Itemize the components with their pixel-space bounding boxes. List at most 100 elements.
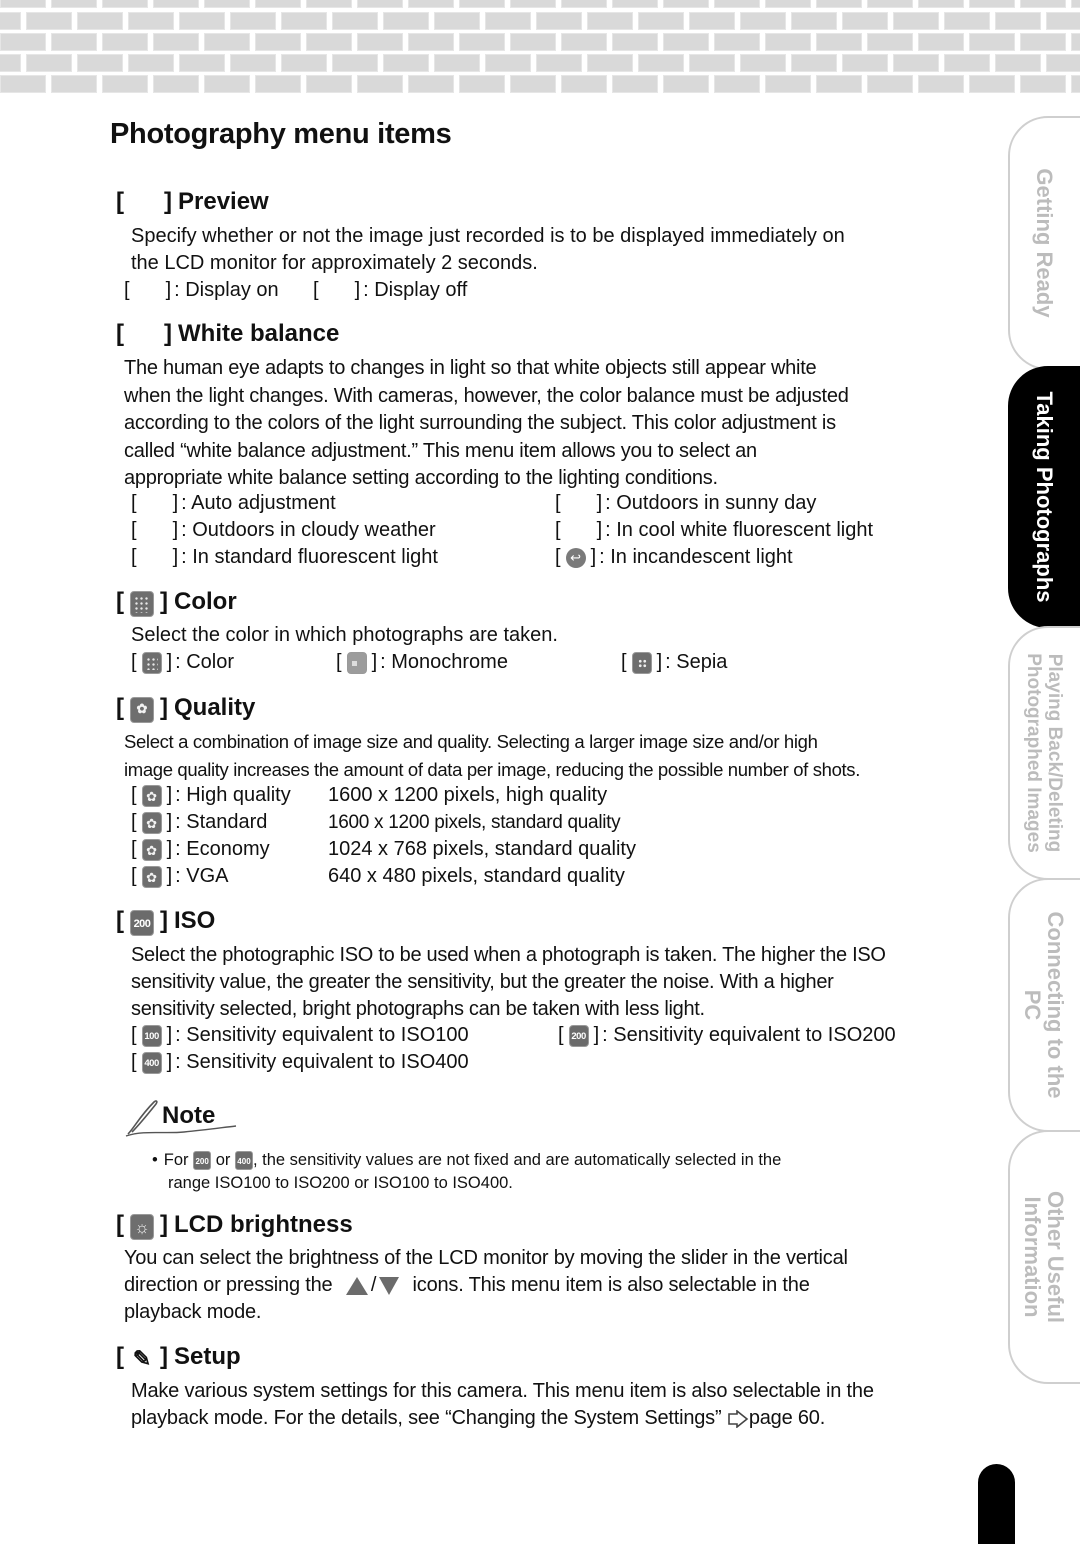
brick <box>510 33 556 51</box>
brick <box>714 0 760 8</box>
option-monochrome: [] : Monochrome <box>336 651 508 674</box>
brick <box>26 54 72 72</box>
brick <box>332 12 378 30</box>
brick <box>357 33 403 51</box>
brick <box>969 0 1015 8</box>
brick <box>357 75 403 93</box>
brick-header-decoration <box>0 0 1080 100</box>
page-title: Photography menu items <box>110 118 452 150</box>
brick <box>26 12 72 30</box>
brick <box>51 75 97 93</box>
brick <box>587 54 633 72</box>
side-tab-taking-photographs[interactable]: Taking Photographs <box>1008 366 1080 628</box>
iso-400-icon: 400 <box>141 1051 162 1074</box>
brick <box>204 0 250 8</box>
high-quality-icon <box>141 784 162 807</box>
brick <box>842 54 888 72</box>
brick <box>102 33 148 51</box>
brick <box>612 0 658 8</box>
brick <box>663 0 709 8</box>
section-heading-preview: [ ] Preview <box>116 188 269 215</box>
brick <box>740 12 786 30</box>
brick <box>204 33 250 51</box>
side-tab-playing-back[interactable]: Playing Back/Deleting Photographed Image… <box>1008 626 1080 880</box>
white-balance-icon <box>124 321 164 347</box>
brick <box>357 0 403 8</box>
brick <box>255 75 301 93</box>
iso-200-icon: 200 <box>193 1151 212 1171</box>
brick <box>459 33 505 51</box>
brick <box>612 33 658 51</box>
brick <box>0 0 46 8</box>
brick <box>51 0 97 8</box>
brick <box>459 75 505 93</box>
note-callout: Note <box>124 1098 244 1138</box>
sepia-icon <box>631 651 652 674</box>
brick <box>77 54 123 72</box>
brick <box>893 54 939 72</box>
option-iso100: [100] : Sensitivity equivalent to ISO100 <box>131 1024 469 1047</box>
brick <box>842 12 888 30</box>
brick <box>918 0 964 8</box>
section-heading-quality: [ ] Quality <box>116 694 255 723</box>
standard-quality-icon <box>141 811 162 834</box>
brick <box>408 0 454 8</box>
brick <box>255 0 301 8</box>
brick <box>638 54 684 72</box>
brick <box>102 0 148 8</box>
brick <box>638 12 684 30</box>
brick <box>77 12 123 30</box>
option-high-quality: [] : High quality 1600 x 1200 pixels, hi… <box>131 782 691 809</box>
brick <box>1020 0 1066 8</box>
brick <box>1071 75 1080 93</box>
brick <box>383 54 429 72</box>
brick <box>587 12 633 30</box>
section-heading-color: [ ] Color <box>116 588 237 617</box>
brick <box>485 12 531 30</box>
vga-quality-icon <box>141 865 162 888</box>
brick <box>689 12 735 30</box>
brick <box>179 12 225 30</box>
brick <box>434 12 480 30</box>
option-iso400: [400] : Sensitivity equivalent to ISO400 <box>131 1051 469 1074</box>
brick <box>383 12 429 30</box>
brick <box>536 12 582 30</box>
wrench-icon: ✎ <box>132 1345 152 1371</box>
brick <box>995 12 1041 30</box>
color-icon <box>130 590 154 617</box>
brick <box>944 12 990 30</box>
brick <box>128 54 174 72</box>
brick <box>485 54 531 72</box>
section-heading-white-balance: [ ] White balance <box>116 320 340 347</box>
brick <box>281 12 327 30</box>
brick <box>689 54 735 72</box>
brick <box>0 54 21 72</box>
option-sepia: [] : Sepia <box>621 651 728 674</box>
brick <box>204 75 250 93</box>
side-tab-other-information[interactable]: Other Useful Information <box>1008 1130 1080 1384</box>
option-standard-fluorescent: [] : In standard fluorescent light <box>131 546 438 568</box>
brick <box>765 33 811 51</box>
brick <box>153 33 199 51</box>
brick <box>255 33 301 51</box>
brick <box>179 54 225 72</box>
incandescent-icon: ↩ <box>565 547 586 568</box>
brick <box>765 0 811 8</box>
brick <box>969 33 1015 51</box>
side-tab-connecting-pc[interactable]: Connecting to the PC <box>1008 878 1080 1132</box>
option-auto-adjustment: [] : Auto adjustment <box>131 492 336 514</box>
brick <box>128 12 174 30</box>
side-tab-getting-ready[interactable]: Getting Ready <box>1008 116 1080 370</box>
brick <box>918 33 964 51</box>
brick <box>918 75 964 93</box>
brick <box>230 12 276 30</box>
brick <box>816 33 862 51</box>
brick <box>561 33 607 51</box>
brick <box>816 75 862 93</box>
brightness-down-icon <box>379 1276 400 1295</box>
brick <box>332 54 378 72</box>
brick <box>995 54 1041 72</box>
brick <box>51 33 97 51</box>
setup-description: Make various system settings for this ca… <box>131 1380 874 1429</box>
brick <box>893 12 939 30</box>
